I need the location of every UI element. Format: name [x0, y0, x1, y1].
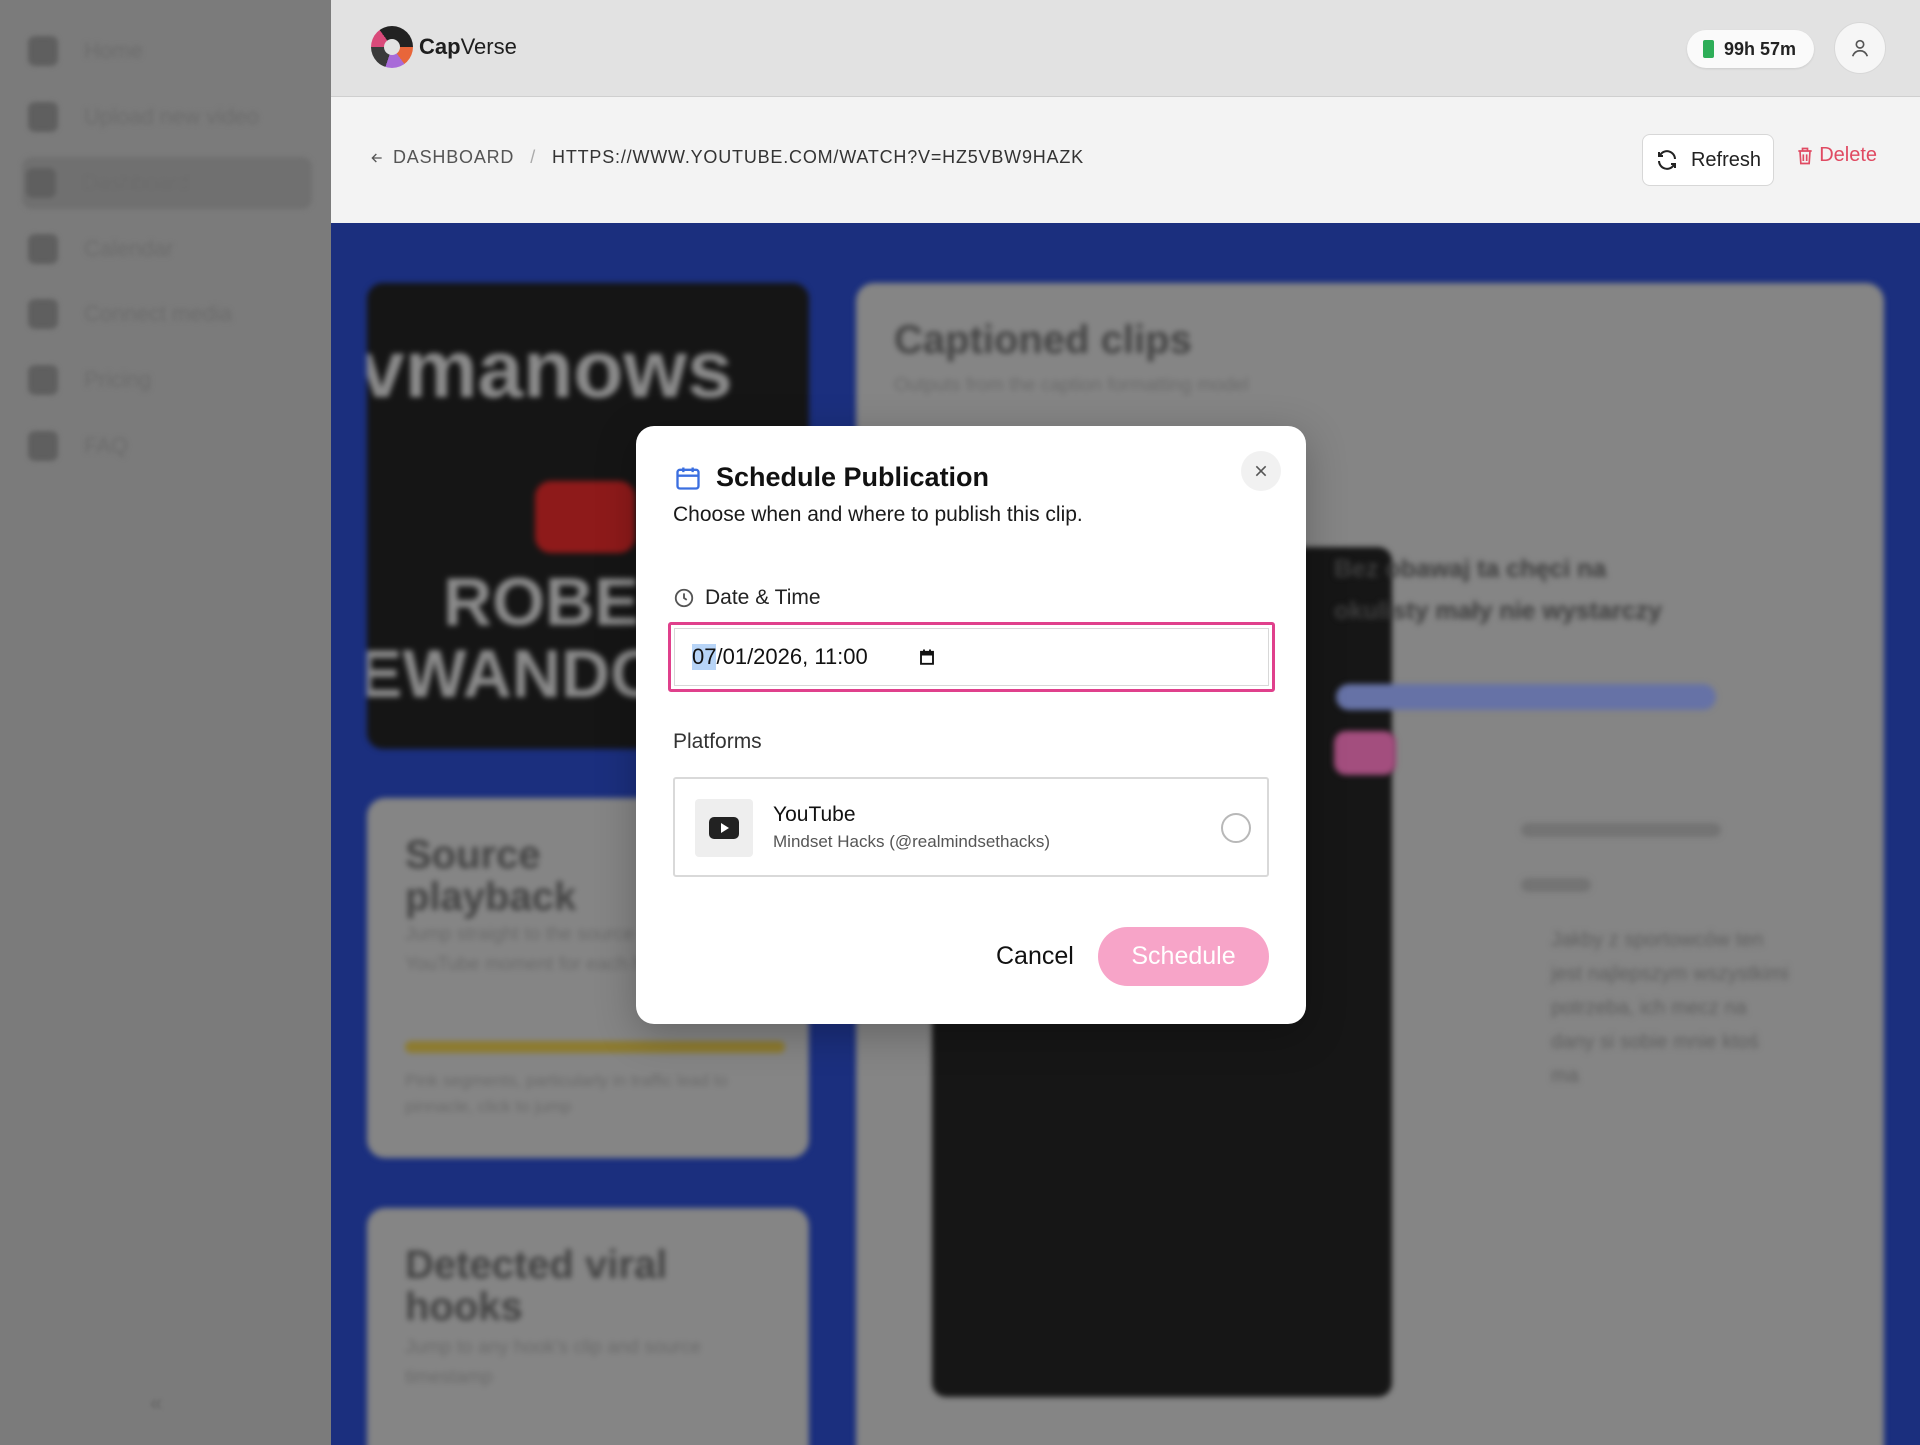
sidebar-item-label: Dashboard	[82, 170, 190, 195]
sidebar-item-label: Calendar	[84, 236, 174, 261]
schedule-dialog: Schedule Publication Choose when and whe…	[636, 426, 1306, 1024]
sidebar-item-faq[interactable]: FAQ	[24, 420, 314, 472]
sidebar-item-label: Upload new video	[84, 104, 259, 129]
clip-score-badge	[1334, 731, 1396, 775]
datetime-rest[interactable]: /01/2026, 11:00	[716, 644, 867, 670]
sidebar: Home Upload new video Dashboard Calendar…	[0, 0, 331, 1445]
user-icon	[1851, 39, 1869, 57]
clip-meta	[1521, 878, 1591, 892]
breadcrumb-current: HTTPS://WWW.YOUTUBE.COM/WATCH?V=HZ5VBW9H…	[552, 147, 1084, 167]
sidebar-item-home[interactable]: Home	[24, 25, 314, 77]
arrow-left-icon	[371, 153, 382, 162]
home-icon	[28, 36, 58, 66]
tag-icon	[28, 365, 58, 395]
sidebar-item-calendar[interactable]: Calendar	[24, 223, 314, 275]
calendar-icon	[28, 234, 58, 264]
help-icon	[28, 431, 58, 461]
schedule-button[interactable]: Schedule	[1098, 927, 1269, 986]
thumb-text: ROBE	[443, 564, 640, 640]
sidebar-item-label: FAQ	[84, 433, 129, 458]
breadcrumb: DASHBOARD / HTTPS://WWW.YOUTUBE.COM/WATC…	[369, 147, 1084, 168]
youtube-icon	[695, 799, 753, 857]
progress-bar	[405, 1041, 785, 1053]
credits-badge: 99h 57m	[1686, 30, 1814, 68]
sidebar-item-upload[interactable]: Upload new video	[24, 91, 314, 143]
clip-title: Bez obawaj ta chęci na okulisty mały nie…	[1334, 555, 1662, 625]
calendar-icon	[919, 649, 934, 665]
clip-meta	[1521, 823, 1721, 837]
clock-icon	[674, 588, 694, 608]
link-icon	[28, 299, 58, 329]
credits-value: 99h 57m	[1723, 38, 1796, 59]
card-desc: Jump to any hook's clip and source times…	[405, 1337, 702, 1388]
page-header: DASHBOARD / HTTPS://WWW.YOUTUBE.COM/WATC…	[331, 97, 1920, 223]
refresh-label: Refresh	[1690, 148, 1762, 171]
platforms-label: Platforms	[673, 730, 762, 753]
clip-tag	[1336, 684, 1716, 710]
close-button[interactable]	[1241, 451, 1281, 491]
sidebar-item-connect[interactable]: Connect media	[24, 288, 314, 340]
card-note: Pink segments, particularly in traffic l…	[405, 1071, 728, 1116]
datetime-input[interactable]: 07/01/2026, 11:00	[668, 622, 1275, 692]
calendar-picker-button[interactable]	[918, 648, 936, 666]
dialog-header: Schedule Publication	[674, 462, 989, 493]
app-name: CapVerse	[419, 34, 517, 59]
platform-name: YouTube	[773, 803, 856, 826]
card-desc: Outputs from the caption formatting mode…	[894, 375, 1249, 396]
platform-radio[interactable]	[1221, 813, 1251, 843]
dialog-title: Schedule Publication	[716, 462, 990, 492]
breadcrumb-separator: /	[530, 147, 537, 167]
play-icon	[535, 481, 635, 553]
platform-option-youtube[interactable]: YouTube Mindset Hacks (@realmindsethacks…	[673, 777, 1269, 877]
card-title: Captioned clips	[894, 318, 1192, 362]
sidebar-item-label: Home	[84, 38, 143, 63]
thumb-text: EWANDO	[367, 636, 663, 712]
back-link[interactable]: DASHBOARD	[369, 147, 514, 168]
dialog-description: Choose when and where to publish this cl…	[673, 503, 1083, 526]
datetime-label: Date & Time	[673, 586, 821, 610]
sidebar-collapse-button[interactable]: «	[150, 1390, 162, 1416]
logo[interactable]: CapVerse	[371, 26, 517, 68]
delete-label: Delete	[1819, 144, 1877, 166]
sidebar-item-pricing[interactable]: Pricing	[24, 354, 314, 406]
cancel-button[interactable]: Cancel	[996, 942, 1074, 971]
user-avatar-button[interactable]	[1834, 22, 1886, 74]
battery-icon	[1702, 40, 1714, 58]
refresh-icon	[1657, 150, 1676, 170]
logo-icon	[371, 26, 413, 68]
refresh-button[interactable]: Refresh	[1642, 134, 1774, 186]
topbar: CapVerse 99h 57m	[331, 0, 1920, 97]
grid-icon	[26, 168, 56, 198]
sidebar-item-label: Pricing	[84, 367, 152, 392]
datetime-label-text: Date & Time	[705, 586, 821, 609]
breadcrumb-dashboard: DASHBOARD	[393, 147, 515, 167]
user-upload-icon	[28, 102, 58, 132]
datetime-month-segment[interactable]: 07	[692, 644, 717, 670]
thumb-text: vmanows	[367, 324, 733, 415]
sidebar-item-label: Connect media	[84, 301, 232, 326]
viral-hooks-card: Detected viral hooks Jump to any hook's …	[367, 1208, 809, 1445]
delete-button[interactable]: Delete	[1795, 144, 1877, 167]
card-title: Detected viral hooks	[405, 1243, 668, 1329]
trash-icon	[1798, 147, 1812, 164]
datetime-field[interactable]: 07/01/2026, 11:00	[674, 628, 1269, 686]
close-icon	[1255, 465, 1267, 477]
calendar-icon	[676, 467, 700, 490]
clip-transcript: Jakby z sportowców ten jest najlepszym w…	[1551, 929, 1789, 1087]
sidebar-item-dashboard[interactable]: Dashboard	[22, 157, 312, 209]
platform-handle: Mindset Hacks (@realmindsethacks)	[773, 832, 1051, 851]
